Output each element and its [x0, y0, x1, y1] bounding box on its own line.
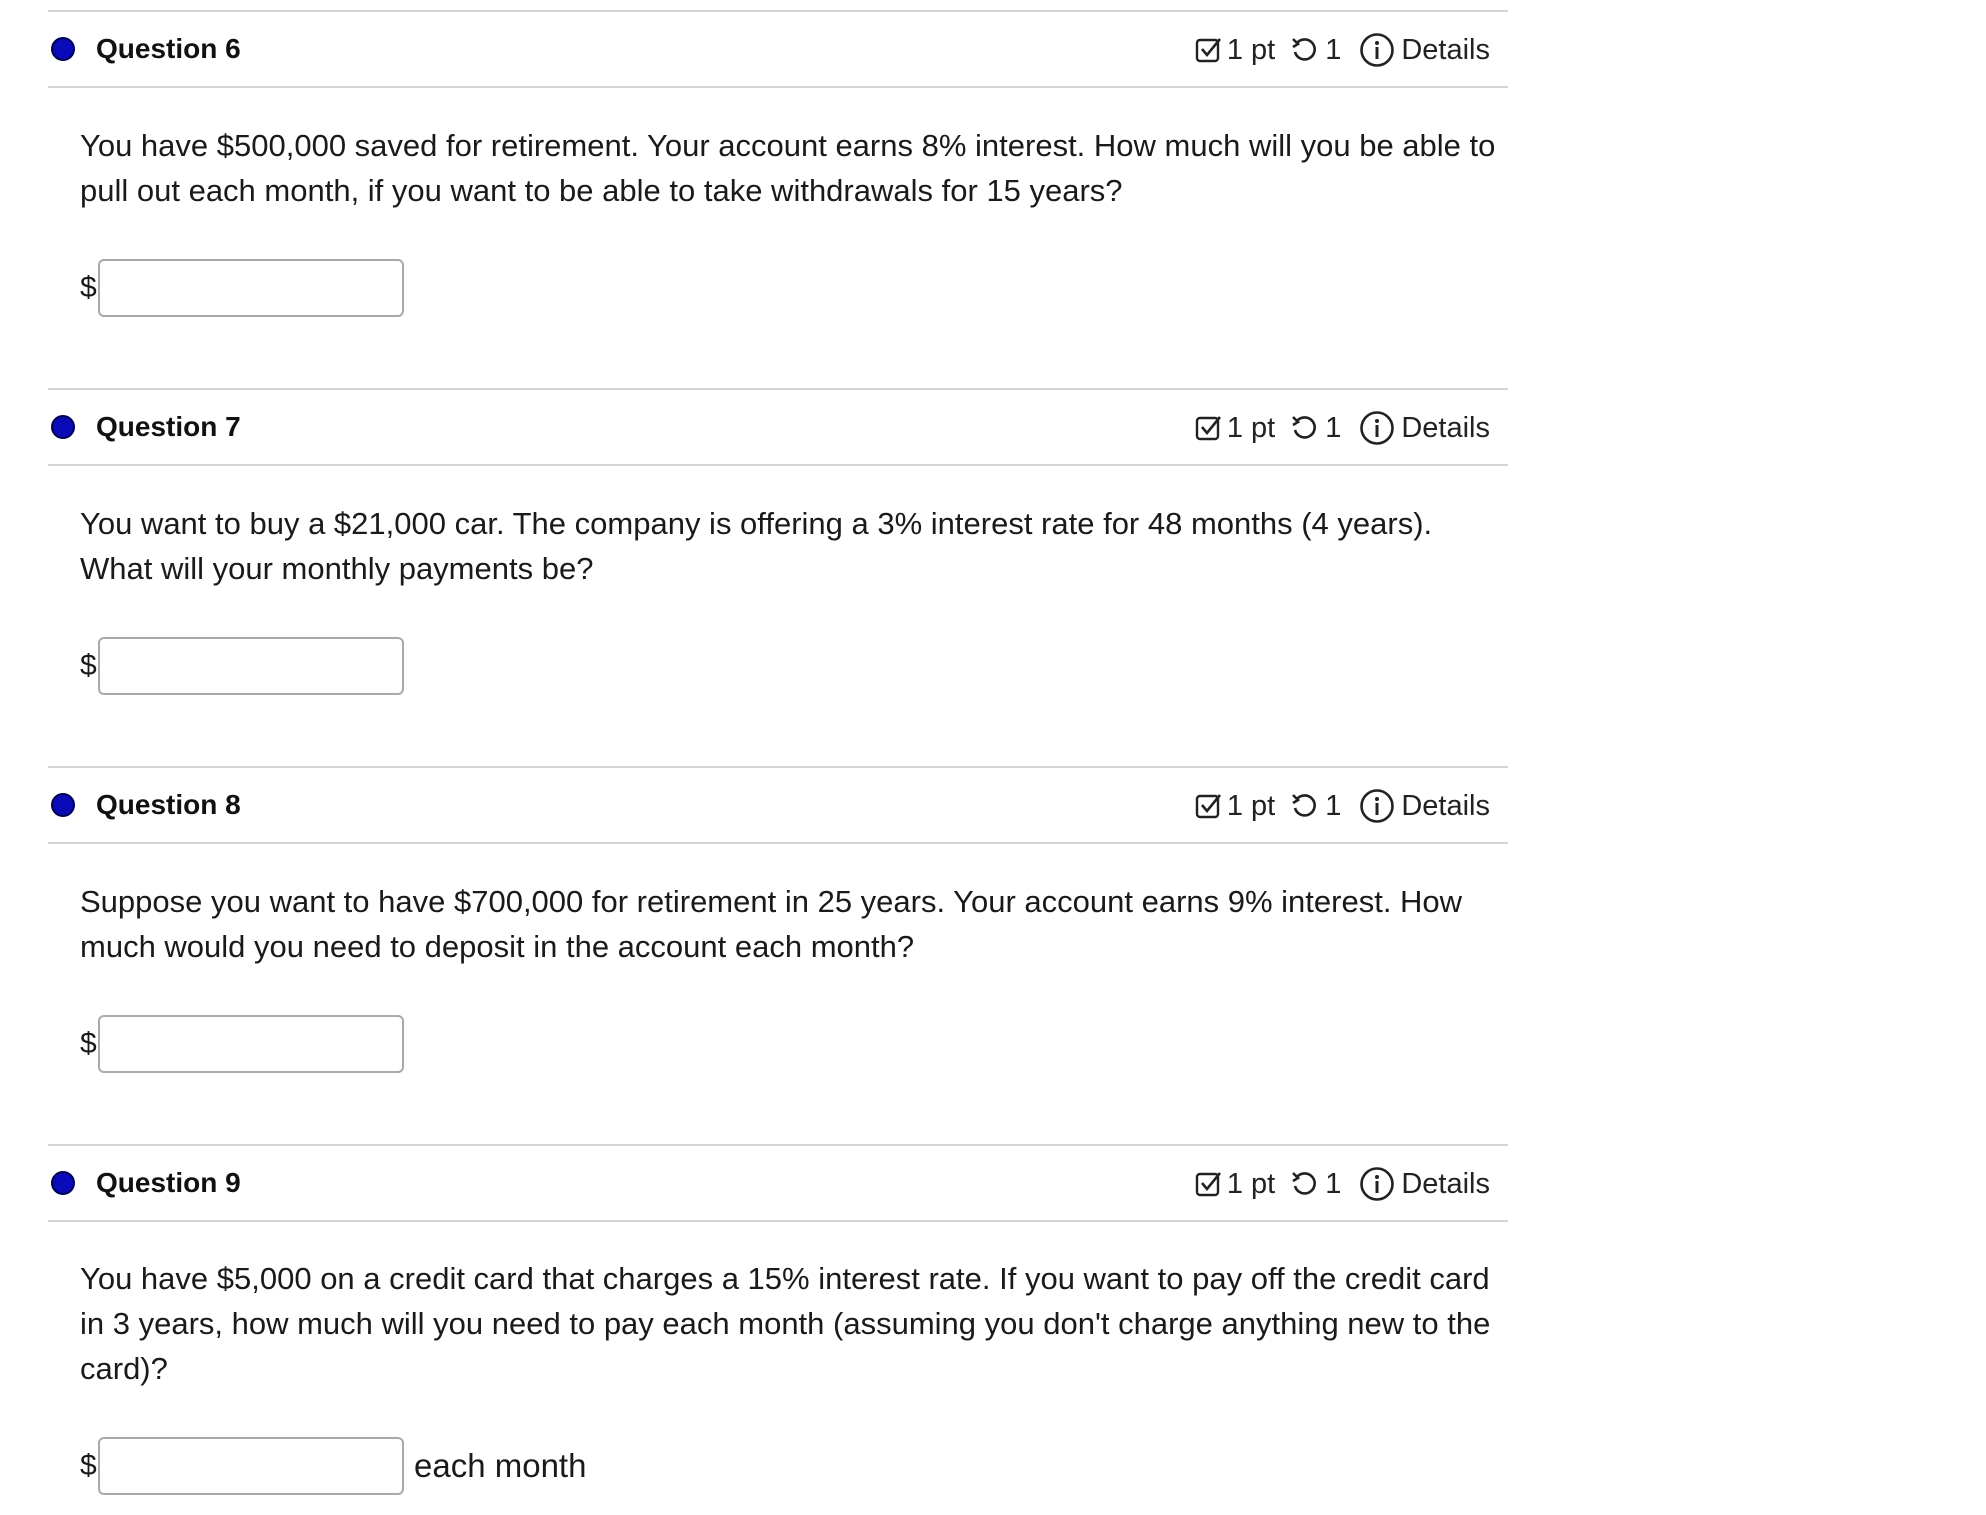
retry-icon: [1289, 1169, 1319, 1199]
answer-row: $: [80, 636, 404, 696]
attempts-value: 1: [1325, 1167, 1342, 1200]
question-header: Question 8 1 pt 1 Details: [48, 766, 1508, 844]
question-header: Question 6 1 pt 1 Details: [48, 10, 1508, 88]
checkbox-icon: [1195, 1170, 1223, 1198]
details-label: Details: [1401, 789, 1490, 822]
info-icon: [1359, 1166, 1395, 1202]
details-link[interactable]: Details: [1359, 788, 1490, 824]
question-7: Question 7 1 pt 1 Details You want to bu…: [48, 388, 1508, 695]
question-text: You have $5,000 on a credit card that ch…: [80, 1261, 1491, 1386]
question-8: Question 8 1 pt 1 Details Suppose you wa…: [48, 766, 1508, 1073]
question-header: Question 9 1 pt 1 Details: [48, 1144, 1508, 1222]
question-title: Question 8: [96, 789, 241, 820]
answer-row: $: [80, 258, 404, 318]
question-title: Question 9: [96, 1167, 241, 1198]
currency-symbol: $: [80, 1449, 97, 1482]
question-text: You have $500,000 saved for retirement. …: [80, 128, 1496, 208]
info-icon: [1359, 32, 1395, 68]
answer-input[interactable]: [98, 1015, 404, 1073]
question-title: Question 6: [96, 33, 241, 64]
currency-symbol: $: [80, 1027, 97, 1060]
answer-input[interactable]: [98, 1437, 404, 1495]
question-9: Question 9 1 pt 1 Details You have $5,00…: [48, 1144, 1508, 1495]
info-icon: [1359, 788, 1395, 824]
attempts-value: 1: [1325, 789, 1342, 822]
checkbox-icon: [1195, 36, 1223, 64]
details-label: Details: [1401, 33, 1490, 66]
question-6: Question 6 1 pt 1 Details You have $500,…: [48, 10, 1508, 317]
question-meta: 1 pt 1 Details: [1195, 1162, 1490, 1206]
status-dot-icon: [51, 37, 75, 61]
points-value: 1 pt: [1226, 33, 1276, 66]
checkbox-icon: [1195, 792, 1223, 820]
question-text: You want to buy a $21,000 car. The compa…: [80, 506, 1433, 586]
retry-icon: [1289, 413, 1319, 443]
answer-row: $: [80, 1014, 404, 1074]
details-label: Details: [1401, 411, 1490, 444]
retry-icon: [1289, 791, 1319, 821]
question-meta: 1 pt 1 Details: [1195, 406, 1490, 450]
details-link[interactable]: Details: [1359, 32, 1490, 68]
status-dot-icon: [51, 1171, 75, 1195]
points-value: 1 pt: [1226, 411, 1276, 444]
points-value: 1 pt: [1226, 789, 1276, 822]
info-icon: [1359, 410, 1395, 446]
status-dot-icon: [51, 415, 75, 439]
checkbox-icon: [1195, 414, 1223, 442]
details-label: Details: [1401, 1167, 1490, 1200]
currency-symbol: $: [80, 649, 97, 682]
answer-row: $ each month: [80, 1436, 586, 1496]
currency-symbol: $: [80, 271, 97, 304]
answer-suffix: each month: [414, 1447, 587, 1484]
attempts-value: 1: [1325, 411, 1342, 444]
details-link[interactable]: Details: [1359, 1166, 1490, 1202]
question-meta: 1 pt 1 Details: [1195, 784, 1490, 828]
question-title: Question 7: [96, 411, 241, 442]
points-value: 1 pt: [1226, 1167, 1276, 1200]
question-meta: 1 pt 1 Details: [1195, 28, 1490, 72]
answer-input[interactable]: [98, 637, 404, 695]
attempts-value: 1: [1325, 33, 1342, 66]
answer-input[interactable]: [98, 259, 404, 317]
status-dot-icon: [51, 793, 75, 817]
retry-icon: [1289, 35, 1319, 65]
question-header: Question 7 1 pt 1 Details: [48, 388, 1508, 466]
question-text: Suppose you want to have $700,000 for re…: [80, 884, 1463, 964]
details-link[interactable]: Details: [1359, 410, 1490, 446]
